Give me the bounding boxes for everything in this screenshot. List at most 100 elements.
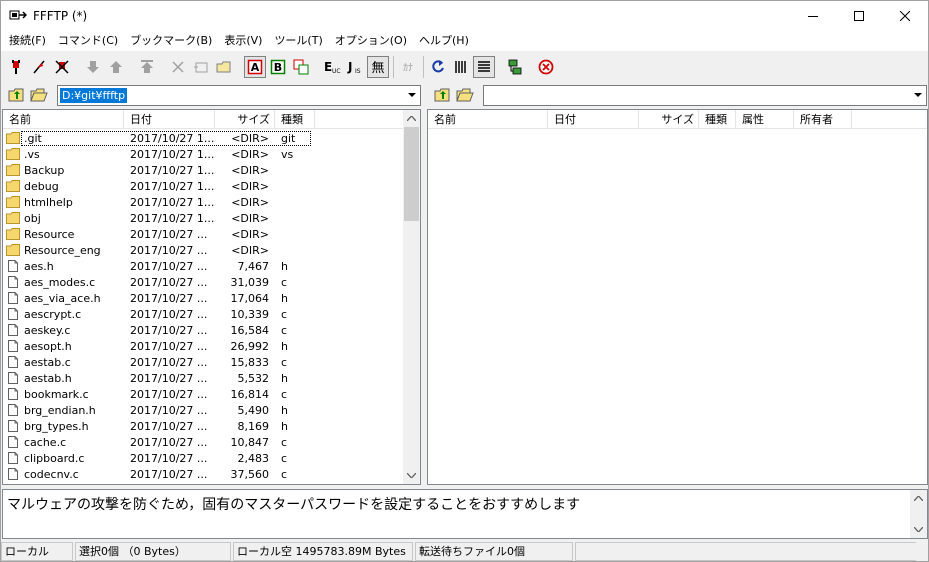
file-row[interactable]: Resource 2017/10/27 ... <DIR> bbox=[3, 226, 405, 242]
sync-folder-button[interactable] bbox=[504, 56, 526, 78]
scroll-down-button[interactable] bbox=[403, 467, 420, 484]
remote-open-folder-button[interactable] bbox=[455, 85, 475, 105]
menu-command[interactable]: コマンド(C) bbox=[52, 31, 124, 51]
list-view-button[interactable] bbox=[450, 56, 472, 78]
delete-button[interactable] bbox=[167, 56, 189, 78]
local-col-name[interactable]: 名前 bbox=[3, 110, 124, 129]
scroll-up-button[interactable] bbox=[403, 110, 420, 127]
auto-mode-button[interactable] bbox=[290, 56, 312, 78]
local-up-folder-button[interactable] bbox=[7, 85, 27, 105]
quick-connect-button[interactable] bbox=[28, 56, 50, 78]
file-name: Backup bbox=[24, 163, 65, 177]
menu-bar: 接続(F) コマンド(C) ブックマーク(B) 表示(V) ツール(T) オプシ… bbox=[1, 31, 928, 51]
close-button[interactable] bbox=[882, 1, 928, 31]
toolbar: A B E UC J IS 無 ｶﾅ bbox=[1, 53, 928, 81]
local-path-combo[interactable]: D:¥git¥ffftp bbox=[57, 84, 421, 106]
menu-help[interactable]: ヘルプ(H) bbox=[413, 31, 475, 51]
remote-col-attr[interactable]: 属性 bbox=[736, 110, 794, 129]
menu-view[interactable]: 表示(V) bbox=[218, 31, 268, 51]
file-row[interactable]: cache.c 2017/10/27 ... 10,847 c bbox=[3, 434, 405, 450]
file-name-cell: Backup bbox=[3, 164, 124, 177]
remote-col-name[interactable]: 名前 bbox=[428, 110, 548, 129]
file-row[interactable]: aestab.c 2017/10/27 ... 15,833 c bbox=[3, 354, 405, 370]
file-row[interactable]: aes.h 2017/10/27 ... 7,467 h bbox=[3, 258, 405, 274]
log-scroll-down-button[interactable] bbox=[910, 521, 927, 538]
remote-up-folder-button[interactable] bbox=[433, 85, 453, 105]
file-row[interactable]: .vs 2017/10/27 1... <DIR> vs bbox=[3, 146, 405, 162]
connect-button[interactable] bbox=[5, 56, 27, 78]
maximize-button[interactable] bbox=[836, 1, 882, 31]
file-size: <DIR> bbox=[231, 243, 269, 257]
binary-mode-button[interactable]: B bbox=[267, 56, 289, 78]
file-row[interactable]: Backup 2017/10/27 1... <DIR> bbox=[3, 162, 405, 178]
file-row[interactable]: brg_types.h 2017/10/27 ... 8,169 h bbox=[3, 418, 405, 434]
menu-tools[interactable]: ツール(T) bbox=[268, 31, 328, 51]
remote-file-list[interactable]: 名前 日付 サイズ 種類 属性 所有者 bbox=[427, 109, 928, 485]
local-path-value[interactable]: D:¥git¥ffftp bbox=[60, 87, 128, 103]
no-convert-button[interactable]: 無 bbox=[367, 56, 389, 78]
local-col-date[interactable]: 日付 bbox=[124, 110, 215, 129]
detail-view-button[interactable] bbox=[473, 56, 495, 78]
remote-col-date[interactable]: 日付 bbox=[548, 110, 639, 129]
mkdir-button[interactable] bbox=[213, 56, 235, 78]
file-size: 16,814 bbox=[230, 387, 270, 401]
file-row[interactable]: aes_modes.c 2017/10/27 ... 31,039 c bbox=[3, 274, 405, 290]
file-row[interactable]: htmlhelp 2017/10/27 1... <DIR> bbox=[3, 194, 405, 210]
kana-button[interactable]: ｶﾅ bbox=[397, 56, 419, 78]
remote-col-kind[interactable]: 種類 bbox=[699, 110, 736, 129]
jis-button[interactable]: J IS bbox=[344, 56, 366, 78]
menu-options[interactable]: オプション(O) bbox=[329, 31, 413, 51]
file-row[interactable]: clipboard.c 2017/10/27 ... 2,483 c bbox=[3, 450, 405, 466]
file-row[interactable]: aes_via_ace.h 2017/10/27 ... 17,064 h bbox=[3, 290, 405, 306]
log-scroll-up-button[interactable] bbox=[910, 490, 927, 507]
scroll-thumb[interactable] bbox=[404, 127, 419, 221]
local-col-size[interactable]: サイズ bbox=[215, 110, 275, 129]
remote-col-size[interactable]: サイズ bbox=[639, 110, 699, 129]
connect-icon bbox=[12, 60, 20, 74]
local-col-kind[interactable]: 種類 bbox=[275, 110, 315, 129]
file-row[interactable]: aestab.h 2017/10/27 ... 5,532 h bbox=[3, 370, 405, 386]
rename-button[interactable] bbox=[190, 56, 212, 78]
euc-button[interactable]: E UC bbox=[321, 56, 343, 78]
file-row[interactable]: .git 2017/10/27 1... <DIR> git bbox=[3, 130, 405, 146]
file-kind: h bbox=[281, 339, 288, 353]
upload-button[interactable] bbox=[105, 56, 127, 78]
local-vertical-scrollbar[interactable] bbox=[403, 110, 420, 484]
remote-path-dropdown[interactable] bbox=[910, 86, 926, 105]
mirror-upload-button[interactable] bbox=[136, 56, 158, 78]
file-row[interactable]: aeskey.c 2017/10/27 ... 16,584 c bbox=[3, 322, 405, 338]
file-row[interactable]: bookmark.c 2017/10/27 ... 16,814 c bbox=[3, 386, 405, 402]
upload-icon bbox=[110, 61, 122, 73]
file-row[interactable]: codecnv.c 2017/10/27 ... 37,560 c bbox=[3, 466, 405, 482]
svg-text:UC: UC bbox=[332, 68, 341, 75]
menu-connect[interactable]: 接続(F) bbox=[3, 31, 52, 51]
ascii-mode-button[interactable]: A bbox=[244, 56, 266, 78]
file-size: <DIR> bbox=[231, 227, 269, 241]
file-row[interactable]: aescrypt.c 2017/10/27 ... 10,339 c bbox=[3, 306, 405, 322]
local-path-dropdown[interactable] bbox=[404, 86, 420, 105]
file-row[interactable]: debug 2017/10/27 1... <DIR> bbox=[3, 178, 405, 194]
file-date: 2017/10/27 ... bbox=[130, 451, 208, 465]
remote-col-owner[interactable]: 所有者 bbox=[794, 110, 852, 129]
log-area[interactable]: マルウェアの攻撃を防ぐため，固有のマスターパスワードを設定することをおすすめしま… bbox=[2, 489, 928, 539]
minimize-button[interactable] bbox=[790, 1, 836, 31]
local-open-folder-button[interactable] bbox=[29, 85, 49, 105]
file-row[interactable]: aesopt.h 2017/10/27 ... 26,992 h bbox=[3, 338, 405, 354]
file-row[interactable]: obj 2017/10/27 1... <DIR> bbox=[3, 210, 405, 226]
stop-button[interactable] bbox=[535, 56, 557, 78]
remote-column-header: 名前 日付 サイズ 種類 属性 所有者 bbox=[428, 110, 927, 129]
disconnect-button[interactable] bbox=[51, 56, 73, 78]
remote-path-combo[interactable] bbox=[483, 84, 927, 106]
log-scrollbar[interactable] bbox=[910, 490, 927, 538]
download-button[interactable] bbox=[82, 56, 104, 78]
file-size: 5,532 bbox=[237, 371, 270, 385]
refresh-button[interactable] bbox=[427, 56, 449, 78]
local-file-list[interactable]: 名前 日付 サイズ 種類 .git 2017/10/27 1... <DIR> git… bbox=[2, 109, 421, 485]
file-row[interactable]: brg_endian.h 2017/10/27 ... 5,490 h bbox=[3, 402, 405, 418]
file-size: 5,490 bbox=[237, 403, 270, 417]
open-folder-icon bbox=[456, 88, 474, 102]
rename-icon bbox=[194, 62, 208, 73]
file-icon bbox=[8, 340, 18, 352]
menu-bookmark[interactable]: ブックマーク(B) bbox=[124, 31, 218, 51]
file-row[interactable]: Resource_eng 2017/10/27 ... <DIR> bbox=[3, 242, 405, 258]
